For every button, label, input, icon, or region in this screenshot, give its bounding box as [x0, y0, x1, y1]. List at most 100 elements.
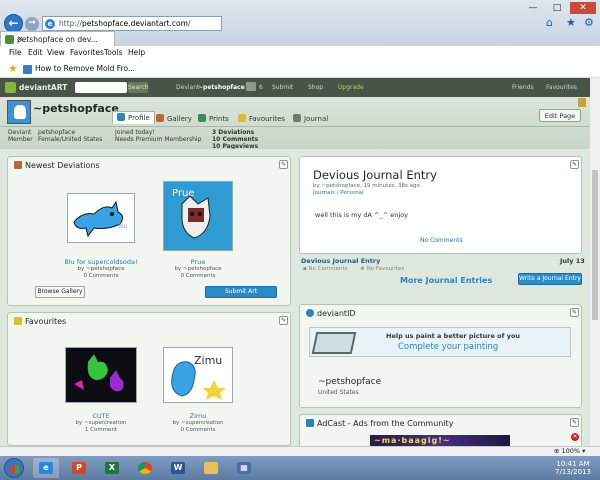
favourites-link[interactable]: Favourites	[546, 84, 577, 91]
painting-frame-icon	[311, 332, 357, 354]
taskbar-clock[interactable]: 10:41 AM 7/13/2013	[553, 460, 593, 476]
taskbar-excel[interactable]: X	[99, 458, 125, 478]
close-tab-icon[interactable]: ×	[17, 34, 110, 43]
menu-view[interactable]: View	[47, 48, 65, 57]
favourite-title[interactable]: Zimu	[153, 412, 243, 420]
search-button[interactable]: Search	[128, 82, 149, 93]
edit-widget-icon[interactable]: ✎	[570, 308, 579, 317]
edit-widget-icon[interactable]: ✎	[570, 418, 579, 427]
star-icon: ★	[360, 266, 367, 272]
taskbar-powerpoint[interactable]: P	[66, 458, 92, 478]
taskbar-word[interactable]: W	[165, 458, 191, 478]
menu-tools[interactable]: Tools	[104, 48, 122, 57]
gallery-icon	[14, 161, 22, 169]
deviantid-title: deviantID	[306, 309, 356, 318]
favorites-star-icon[interactable]: ★	[566, 16, 576, 29]
deviantid-name: ~petshopface	[318, 377, 382, 387]
edit-widget-icon[interactable]: ✎	[279, 316, 288, 325]
banner-cta[interactable]: Complete your painting	[398, 342, 498, 352]
edit-widget-icon[interactable]: ✎	[279, 160, 288, 169]
tab-favourites[interactable]: Favourites	[238, 114, 285, 124]
da-logo-icon[interactable]	[5, 82, 16, 93]
deviation-title[interactable]: Prue	[153, 258, 243, 266]
complete-painting-banner[interactable]: Help us paint a better picture of you Co…	[309, 327, 571, 357]
home-icon[interactable]: ⌂	[546, 16, 553, 29]
scrollbar-thumb[interactable]	[592, 170, 598, 320]
deviant-label: Deviant	[176, 84, 200, 91]
journal-title[interactable]: Devious Journal Entry	[313, 168, 437, 182]
favourite-thumb-zimu[interactable]: Zimu	[163, 347, 233, 403]
info-icon	[306, 309, 314, 317]
tab-profile[interactable]: Profile	[112, 111, 155, 124]
journal-no-favourites: ★ No Favourites	[360, 266, 405, 272]
browser-chrome: ← → e http://petshopface.deviantart.com/…	[0, 0, 600, 80]
forward-button[interactable]: →	[25, 17, 39, 31]
da-top-bar: deviantART Search Deviant ~petshopface 6…	[0, 78, 590, 97]
zoom-level[interactable]: ⊕ 100% ▾	[554, 447, 585, 455]
favourite-meta: by ~supercreation 1 Comment	[75, 420, 127, 433]
tab-prints[interactable]: Prints	[198, 114, 229, 124]
close-ad-icon[interactable]: ✕	[571, 433, 579, 441]
favourite-thumb-cute[interactable]	[65, 347, 137, 403]
browser-tab[interactable]: petshopface on dev... ×	[0, 31, 115, 46]
menu-edit[interactable]: Edit	[28, 48, 43, 57]
messages-icon[interactable]	[246, 82, 256, 91]
menu-favorites[interactable]: Favorites	[70, 48, 104, 57]
gear-icon[interactable]: ⚙	[584, 16, 594, 29]
close-window-button[interactable]: ✕	[570, 2, 596, 14]
browse-gallery-button[interactable]: Browse Gallery	[35, 286, 85, 298]
taskbar-explorer[interactable]	[198, 458, 224, 478]
taskbar-ie[interactable]: e	[33, 458, 59, 478]
journal-body: well this is my dA ^_^ enjoy	[315, 211, 409, 219]
taskbar-spreadsheet[interactable]: ▦	[231, 458, 257, 478]
edit-page-button[interactable]: Edit Page	[539, 109, 581, 122]
avatar[interactable]	[7, 100, 31, 124]
adcast-title: AdCast - Ads from the Community	[306, 419, 453, 428]
friends-link[interactable]: Friends	[512, 84, 534, 91]
prints-icon	[198, 114, 206, 122]
menu-bar: File Edit View Favorites Tools Help	[0, 46, 600, 60]
edit-widget-icon[interactable]: ✎	[570, 160, 579, 169]
browser-toolbar: ← → e http://petshopface.deviantart.com/…	[0, 0, 600, 46]
taskbar-chrome[interactable]	[132, 458, 158, 478]
deviant-name-link[interactable]: ~petshopface	[198, 84, 245, 91]
submit-link[interactable]: Submit	[272, 84, 293, 91]
favorites-bar: ★ How to Remove Mold Fro...	[0, 60, 600, 78]
chrome-icon	[138, 462, 152, 474]
address-bar[interactable]: e http://petshopface.deviantart.com/	[42, 16, 222, 31]
deviation-thumb-blu[interactable]: Blu	[67, 193, 135, 243]
tab-gallery[interactable]: Gallery	[156, 114, 192, 124]
favorites-star-icon[interactable]: ★	[8, 62, 18, 75]
maximize-button[interactable]: □	[546, 2, 568, 14]
journal-comments-link[interactable]: No Comments	[420, 237, 463, 244]
journal-entry-link[interactable]: Devious Journal Entry	[301, 257, 380, 265]
write-journal-button[interactable]: Write a Journal Entry	[518, 273, 582, 285]
minimize-button[interactable]: —	[522, 2, 544, 14]
search-input[interactable]	[75, 82, 127, 93]
powerpoint-icon: P	[72, 462, 86, 474]
deviation-title[interactable]: Blu for supercoldsoda!	[56, 258, 146, 266]
profile-stats: 3 Deviations 10 Comments 10 Pageviews	[212, 129, 259, 150]
deviation-thumb-prue[interactable]: Prue	[163, 181, 233, 251]
page-scrollbar[interactable]	[590, 78, 600, 446]
windows-taskbar: e P X W ▦ 10:41 AM 7/13/2013	[0, 456, 600, 480]
favourite-title[interactable]: CUTE	[56, 412, 146, 420]
more-journal-entries-link[interactable]: More Journal Entries	[400, 276, 492, 285]
favorites-link[interactable]: How to Remove Mold Fro...	[35, 64, 135, 73]
ie-icon: e	[39, 462, 53, 474]
upgrade-link[interactable]: Upgrade	[338, 84, 364, 91]
menu-help[interactable]: Help	[128, 48, 145, 57]
excel-icon: X	[105, 462, 119, 474]
da-brand[interactable]: deviantART	[19, 83, 67, 92]
deviantid-location: United States	[318, 389, 359, 396]
tab-journal[interactable]: Journal	[293, 114, 328, 124]
messages-count[interactable]: 6	[259, 84, 263, 91]
submit-art-button[interactable]: Submit Art	[205, 286, 277, 298]
pin-icon	[578, 98, 586, 107]
adcast-ad[interactable]: ~ma·baagig!~	[370, 435, 510, 446]
start-button[interactable]	[4, 458, 24, 478]
journal-no-comments: ▪ No Comments	[303, 266, 348, 272]
shop-link[interactable]: Shop	[308, 84, 323, 91]
menu-file[interactable]: File	[9, 48, 22, 57]
member-identity: petshopface Female/United States	[38, 129, 103, 143]
